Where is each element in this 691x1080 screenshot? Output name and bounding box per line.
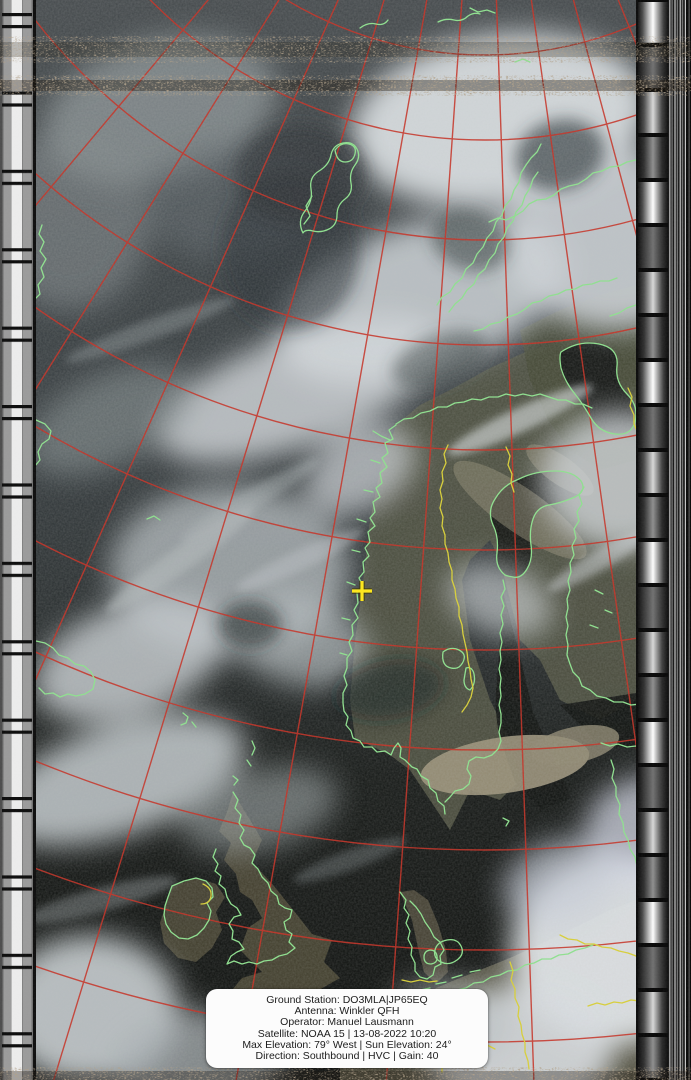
satellite-image bbox=[0, 0, 691, 1080]
apt-satellite-image-viewer: Ground Station: DO3MLA|JP65EQ Antenna: W… bbox=[0, 0, 691, 1080]
global-grain bbox=[0, 0, 691, 1080]
reception-info-box: Ground Station: DO3MLA|JP65EQ Antenna: W… bbox=[206, 989, 488, 1068]
info-operator: Operator: Manuel Lausmann bbox=[280, 1016, 414, 1029]
info-direction: Direction: Southbound | HVC | Gain: 40 bbox=[255, 1050, 439, 1063]
